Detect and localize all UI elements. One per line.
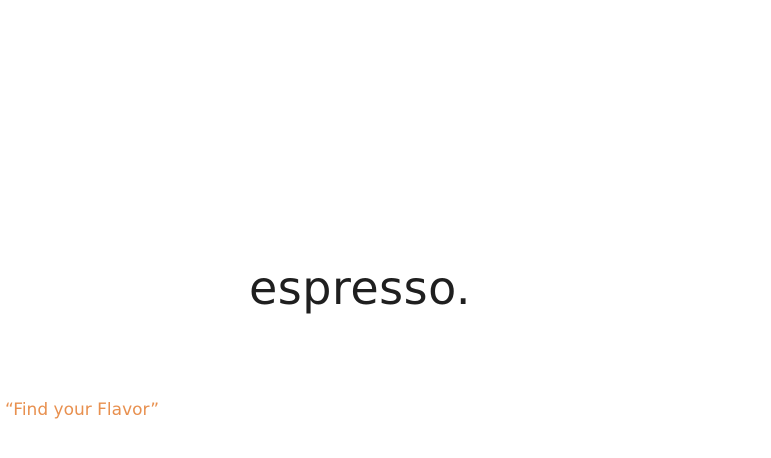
splash-screen: espresso. “Find your Flavor” — [0, 0, 771, 458]
tagline: “Find your Flavor” — [5, 400, 160, 420]
brand-title: espresso. — [249, 261, 472, 315]
